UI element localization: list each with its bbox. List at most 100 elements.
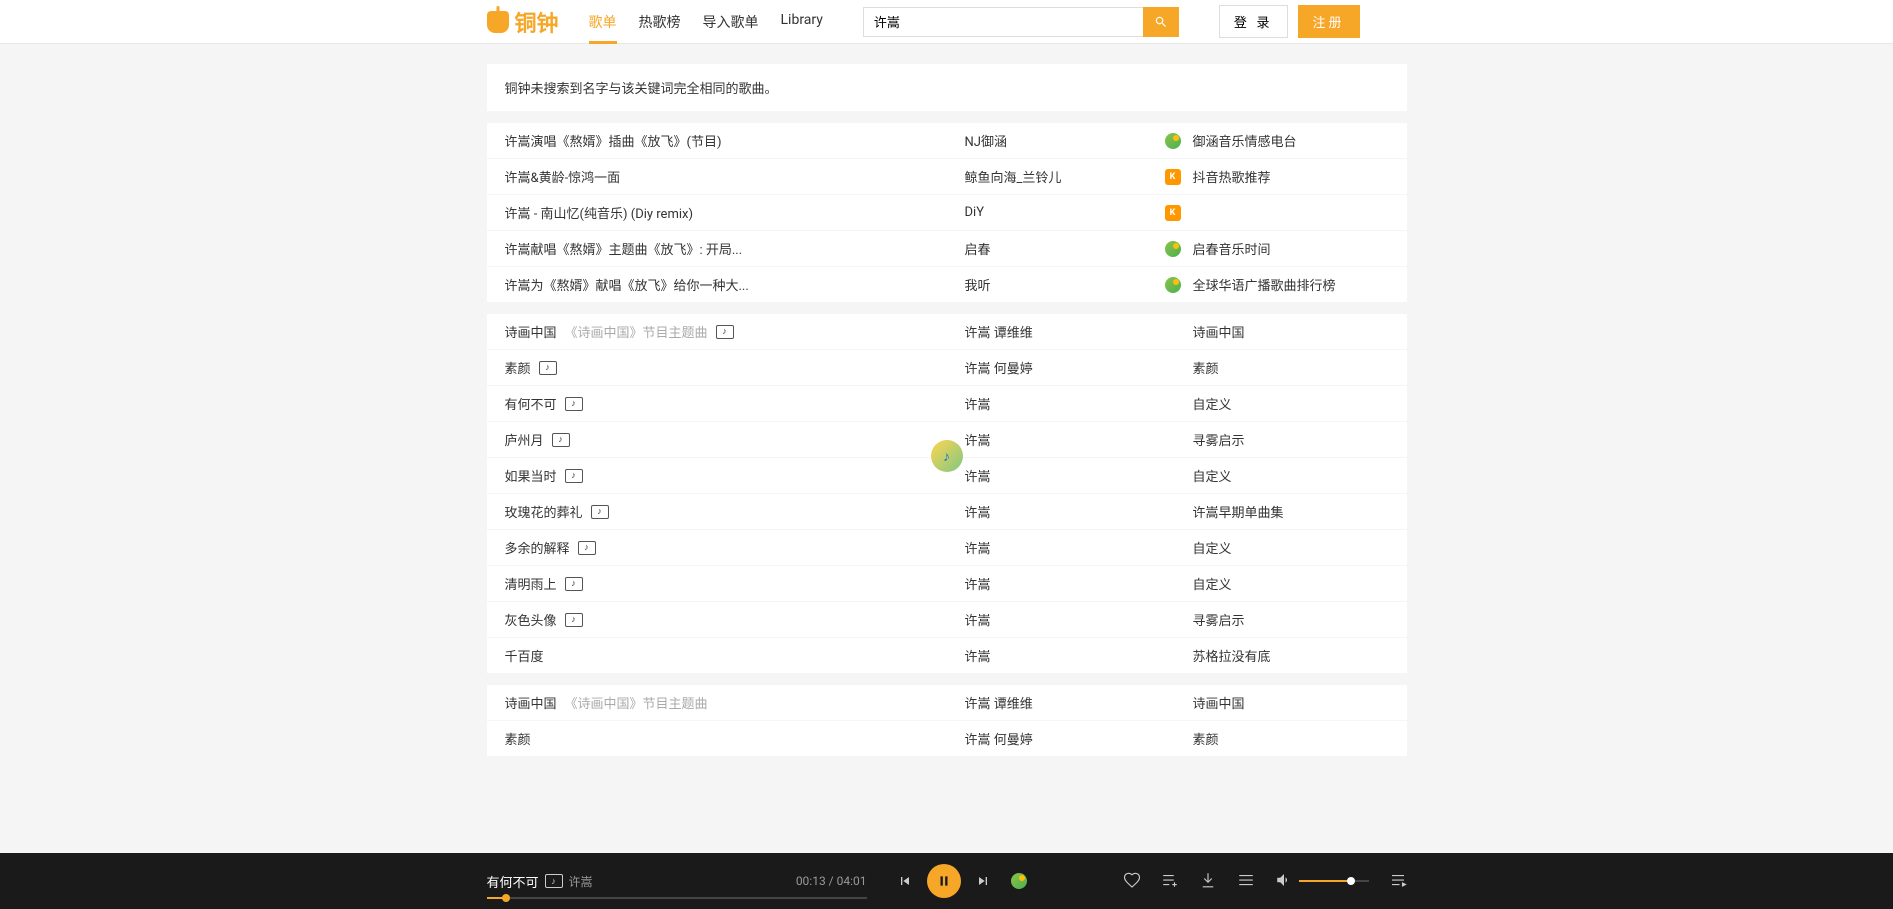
song-album[interactable]: 抖音热歌推荐 [1193,167,1389,186]
song-title: 有何不可 [505,394,557,413]
song-row[interactable]: 清明雨上 ♪ 许嵩 自定义 [487,566,1407,602]
song-album[interactable]: 自定义 [1193,538,1389,557]
song-artist[interactable]: 许嵩 谭维维 [965,322,1165,341]
search-input[interactable] [863,7,1143,37]
mv-icon[interactable]: ♪ [591,505,609,519]
next-button[interactable] [975,873,991,889]
volume-button[interactable] [1275,871,1293,892]
results-panel-2: 诗画中国 《诗画中国》节目主题曲 ♪ 许嵩 谭维维 诗画中国 素颜 ♪ 许嵩 何… [487,314,1407,673]
mv-icon[interactable]: ♪ [565,613,583,627]
song-artist[interactable]: 许嵩 [965,430,1165,449]
song-row[interactable]: 许嵩献唱《熬婿》主题曲《放飞》: 开局... 启春 启春音乐时间 [487,231,1407,267]
queue-button[interactable] [1237,871,1255,892]
song-title: 诗画中国 [505,322,557,341]
mv-icon[interactable]: ♪ [716,325,734,339]
source-qq-icon [1165,277,1181,293]
song-row[interactable]: 许嵩为《熬婿》献唱《放飞》给你一种大... 我听 全球华语广播歌曲排行榜 [487,267,1407,302]
player-track-artist[interactable]: 许嵩 [569,873,593,890]
mv-icon[interactable]: ♪ [539,361,557,375]
song-artist[interactable]: 许嵩 何曼婷 [965,358,1165,377]
mv-icon[interactable]: ♪ [552,433,570,447]
song-row[interactable]: 素颜 ♪ 许嵩 何曼婷 素颜 [487,350,1407,386]
song-artist[interactable]: 鲸鱼向海_兰铃儿 [965,167,1165,186]
song-artist[interactable]: NJ御涵 [965,131,1165,150]
results-panel-3: 诗画中国 《诗画中国》节目主题曲 许嵩 谭维维 诗画中国 素颜 许嵩 何曼婷 素… [487,685,1407,756]
source-kugou-icon: K [1165,205,1181,221]
prev-button[interactable] [897,873,913,889]
song-album[interactable]: 寻雾启示 [1193,430,1389,449]
song-artist[interactable]: 许嵩 [965,502,1165,521]
song-subtitle: 《诗画中国》节目主题曲 [565,693,708,712]
song-artist[interactable]: 许嵩 谭维维 [965,693,1165,712]
song-row[interactable]: 许嵩 - 南山忆(纯音乐) (Diy remix) DiY K [487,195,1407,231]
playlist-toggle-button[interactable] [1389,871,1407,892]
player-track-title: 有何不可 [487,872,539,891]
song-row[interactable]: 有何不可 ♪ 许嵩 自定义 [487,386,1407,422]
mv-icon[interactable]: ♪ [578,541,596,555]
volume-control [1275,871,1369,892]
song-row[interactable]: 玫瑰花的葬礼 ♪ 许嵩 许嵩早期单曲集 [487,494,1407,530]
song-subtitle: 《诗画中国》节目主题曲 [565,322,708,341]
song-album[interactable]: 启春音乐时间 [1193,239,1389,258]
song-artist[interactable]: DiY [965,205,1165,220]
song-title: 许嵩为《熬婿》献唱《放飞》给你一种大... [505,275,749,294]
mv-icon[interactable]: ♪ [565,577,583,591]
song-row[interactable]: 素颜 许嵩 何曼婷 素颜 [487,721,1407,756]
login-button[interactable]: 登 录 [1219,5,1288,38]
volume-slider[interactable] [1299,880,1369,882]
song-artist[interactable]: 许嵩 [965,538,1165,557]
nav-import[interactable]: 导入歌单 [703,0,759,44]
song-album[interactable]: 许嵩早期单曲集 [1193,502,1389,521]
song-title: 庐州月 [505,430,544,449]
song-album[interactable]: 素颜 [1193,358,1389,377]
song-album[interactable]: 全球华语广播歌曲排行榜 [1193,275,1389,294]
player-controls [897,864,1027,898]
song-artist[interactable]: 我听 [965,275,1165,294]
nav-playlists[interactable]: 歌单 [589,0,617,44]
song-artist[interactable]: 启春 [965,239,1165,258]
song-album[interactable]: 自定义 [1193,394,1389,413]
song-title: 许嵩 - 南山忆(纯音乐) (Diy remix) [505,203,693,222]
song-artist[interactable]: 许嵩 [965,394,1165,413]
source-icon[interactable] [1011,873,1027,889]
song-album[interactable]: 自定义 [1193,574,1389,593]
song-album[interactable]: 寻雾启示 [1193,610,1389,629]
pause-button[interactable] [927,864,961,898]
song-album[interactable]: 苏格拉没有底 [1193,646,1389,665]
song-album[interactable]: 诗画中国 [1193,322,1389,341]
search-button[interactable] [1143,7,1179,37]
song-row[interactable]: 许嵩演唱《熬婿》插曲《放飞》(节目) NJ御涵 御涵音乐情感电台 [487,123,1407,159]
mv-icon[interactable]: ♪ [565,469,583,483]
song-row[interactable]: 许嵩&黄龄-惊鸿一面 鲸鱼向海_兰铃儿 K 抖音热歌推荐 [487,159,1407,195]
song-title: 千百度 [505,646,544,665]
player-bar: 有何不可 ♪ 许嵩 00:13 / 04:01 [0,853,1893,909]
register-button[interactable]: 注册 [1298,5,1360,38]
mv-icon[interactable]: ♪ [565,397,583,411]
song-album[interactable]: 自定义 [1193,466,1389,485]
song-artist[interactable]: 许嵩 [965,646,1165,665]
search-icon [1154,15,1168,29]
song-row[interactable]: 诗画中国 《诗画中国》节目主题曲 ♪ 许嵩 谭维维 诗画中国 [487,314,1407,350]
song-row[interactable]: 多余的解释 ♪ 许嵩 自定义 [487,530,1407,566]
nav-library[interactable]: Library [781,0,823,44]
song-row[interactable]: 千百度 许嵩 苏格拉没有底 [487,638,1407,673]
song-title: 清明雨上 [505,574,557,593]
progress-bar[interactable] [487,897,867,899]
song-artist[interactable]: 许嵩 [965,574,1165,593]
logo[interactable]: 铜钟 [487,6,559,38]
song-artist[interactable]: 许嵩 何曼婷 [965,729,1165,748]
download-button[interactable] [1199,871,1217,892]
song-artist[interactable]: 许嵩 [965,466,1165,485]
nav-hot[interactable]: 热歌榜 [639,0,681,44]
song-row[interactable]: 灰色头像 ♪ 许嵩 寻雾启示 [487,602,1407,638]
mv-icon[interactable]: ♪ [545,874,563,888]
favorite-button[interactable] [1123,871,1141,892]
song-album[interactable]: 御涵音乐情感电台 [1193,131,1389,150]
add-to-playlist-button[interactable] [1161,871,1179,892]
song-album[interactable]: 诗画中国 [1193,693,1389,712]
song-artist[interactable]: 许嵩 [965,610,1165,629]
header: 铜钟 歌单 热歌榜 导入歌单 Library 登 录 注册 [0,0,1893,44]
search-notice: 铜钟未搜索到名字与该关键词完全相同的歌曲。 [487,64,1407,111]
song-row[interactable]: 诗画中国 《诗画中国》节目主题曲 许嵩 谭维维 诗画中国 [487,685,1407,721]
song-album[interactable]: 素颜 [1193,729,1389,748]
